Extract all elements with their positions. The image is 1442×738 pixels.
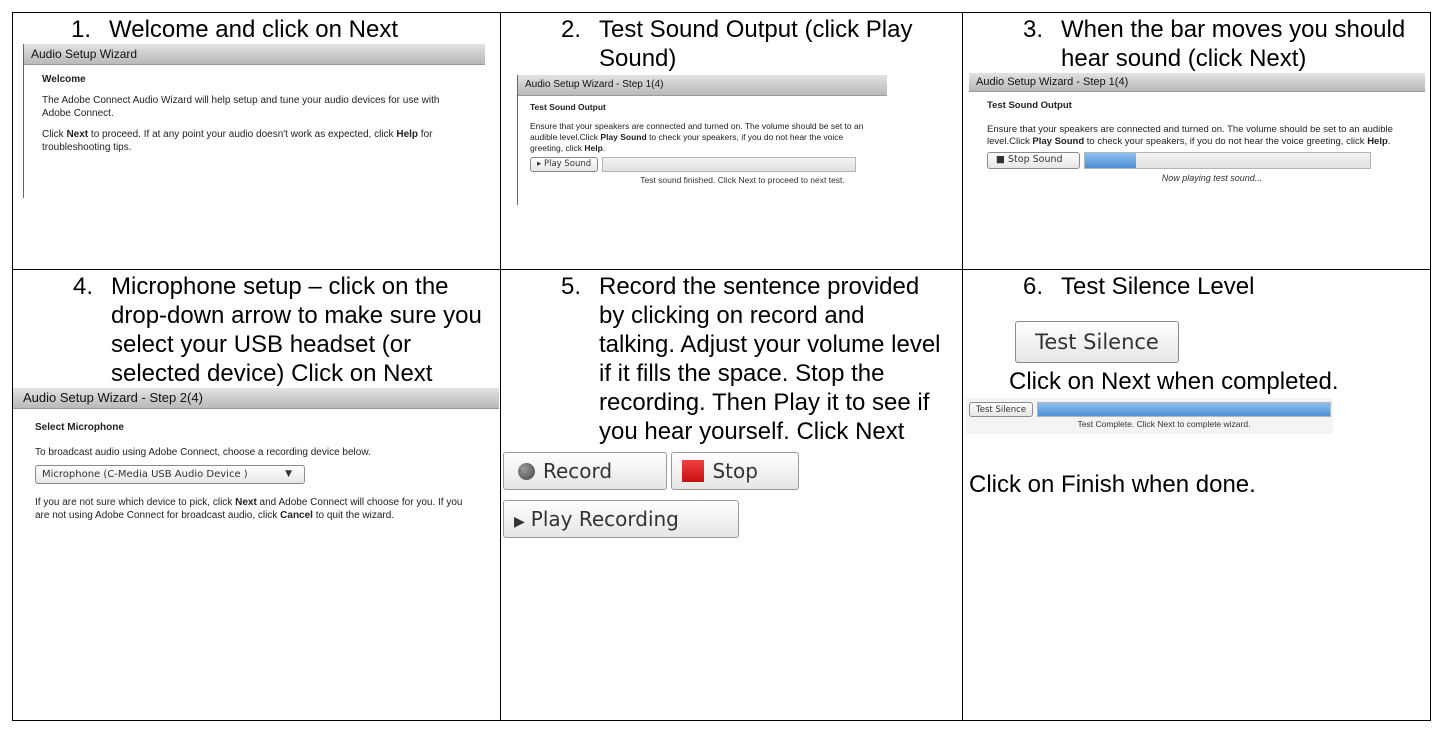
screenshot-test-sound-finished: Audio Setup Wizard - Step 1(4) Test Soun… (517, 75, 887, 205)
help-text: Click Next to proceed. If at any point y… (42, 129, 433, 153)
cell-step-3: 3. When the bar moves you should hear so… (962, 12, 1431, 270)
screenshot-playing-sound: Audio Setup Wizard - Step 1(4) Test Soun… (969, 73, 1425, 211)
screenshot-test-silence: Test Silence Test Complete. Click Next t… (965, 398, 1333, 434)
microphone-select[interactable]: Microphone (C-Media USB Audio Device ) ▼ (35, 465, 305, 484)
step-text: When the bar moves you should hear sound… (1061, 16, 1406, 72)
status-text: Now playing test sound... (1161, 173, 1263, 183)
instructions-text: Ensure that your speakers are connected … (530, 121, 864, 153)
step-2-caption: 2. Test Sound Output (click Play Sound) (502, 14, 962, 74)
window-title: Audio Setup Wizard - Step 1(4) (969, 73, 1425, 92)
finish-text: Click on Finish when done. (969, 471, 1256, 498)
selected-device: Microphone (C-Media USB Audio Device ) (42, 469, 248, 480)
step-number: 5. (560, 273, 581, 300)
section-heading: Select Microphone (35, 422, 124, 433)
screenshot-welcome: Audio Setup Wizard Welcome The Adobe Con… (23, 44, 485, 198)
play-icon: ▶ (514, 514, 525, 530)
stop-label: Stop (712, 459, 758, 483)
section-heading: Test Sound Output (530, 102, 606, 112)
stop-button[interactable]: Stop (671, 452, 800, 490)
window-title: Audio Setup Wizard (24, 44, 485, 65)
step-number: 3. (1022, 16, 1043, 43)
chevron-down-icon[interactable]: ▼ (285, 466, 292, 483)
instructions-text: Ensure that your speakers are connected … (987, 124, 1393, 147)
screenshot-select-microphone: Audio Setup Wizard - Step 2(4) Select Mi… (13, 388, 499, 568)
test-silence-small-button[interactable]: Test Silence (969, 402, 1034, 417)
window-title: Audio Setup Wizard - Step 1(4) (518, 75, 887, 96)
help-text: If you are not sure which device to pick… (35, 497, 463, 521)
status-text: Test Complete. Click Next to complete wi… (1077, 419, 1251, 429)
cell-step-5: 5. Record the sentence provided by click… (500, 269, 963, 721)
test-silence-button[interactable]: Test Silence (1015, 321, 1179, 363)
record-button[interactable]: Record (503, 452, 667, 490)
table-row: 1. Welcome and click on Next Audio Setup… (12, 12, 1431, 270)
instructions-table: 1. Welcome and click on Next Audio Setup… (12, 12, 1431, 721)
step-number: 6. (1022, 273, 1043, 300)
cell-step-1: 1. Welcome and click on Next Audio Setup… (12, 12, 501, 270)
section-heading: Test Sound Output (987, 100, 1072, 111)
step-text: Test Sound Output (click Play Sound) (599, 16, 913, 72)
play-recording-label: Play Recording (530, 507, 679, 531)
sound-progress-bar (1084, 152, 1371, 169)
step-4-caption: 4. Microphone setup – click on the drop-… (14, 271, 500, 389)
instructions-text: To broadcast audio using Adobe Connect, … (35, 447, 371, 458)
cell-step-4: 4. Microphone setup – click on the drop-… (12, 269, 501, 721)
section-heading: Welcome (42, 74, 86, 85)
intro-text: The Adobe Connect Audio Wizard will help… (42, 95, 440, 119)
click-next-text: Click on Next when completed. (1009, 368, 1339, 395)
table-row: 4. Microphone setup – click on the drop-… (12, 269, 1431, 721)
play-recording-button[interactable]: ▶ Play Recording (503, 500, 739, 538)
stop-icon (682, 460, 705, 482)
record-icon (518, 463, 535, 480)
sound-progress-bar (602, 157, 857, 172)
status-text: Test sound finished. Click Next to proce… (640, 175, 845, 185)
step-text: Record the sentence provided by clicking… (599, 273, 941, 445)
cell-step-2: 2. Test Sound Output (click Play Sound) … (500, 12, 963, 270)
silence-progress-bar (1037, 402, 1332, 417)
step-number: 1. (70, 16, 91, 43)
stop-sound-button[interactable]: ■ Stop Sound (987, 152, 1080, 169)
cell-step-6: 6. Test Silence Level Test Silence Click… (962, 269, 1431, 721)
play-sound-button[interactable]: ▸ Play Sound (530, 157, 599, 172)
step-text: Welcome and click on Next (109, 16, 399, 43)
step-3-caption: 3. When the bar moves you should hear so… (964, 14, 1430, 74)
step-6-caption: 6. Test Silence Level (964, 271, 1430, 302)
step-5-caption: 5. Record the sentence provided by click… (502, 271, 962, 447)
step-text: Microphone setup – click on the drop-dow… (111, 273, 482, 387)
step-number: 4. (72, 273, 93, 300)
step-1-caption: 1. Welcome and click on Next (14, 14, 500, 45)
step-text: Test Silence Level (1061, 273, 1255, 300)
window-title: Audio Setup Wizard - Step 2(4) (13, 388, 499, 409)
record-label: Record (543, 459, 613, 483)
step-number: 2. (560, 16, 581, 43)
